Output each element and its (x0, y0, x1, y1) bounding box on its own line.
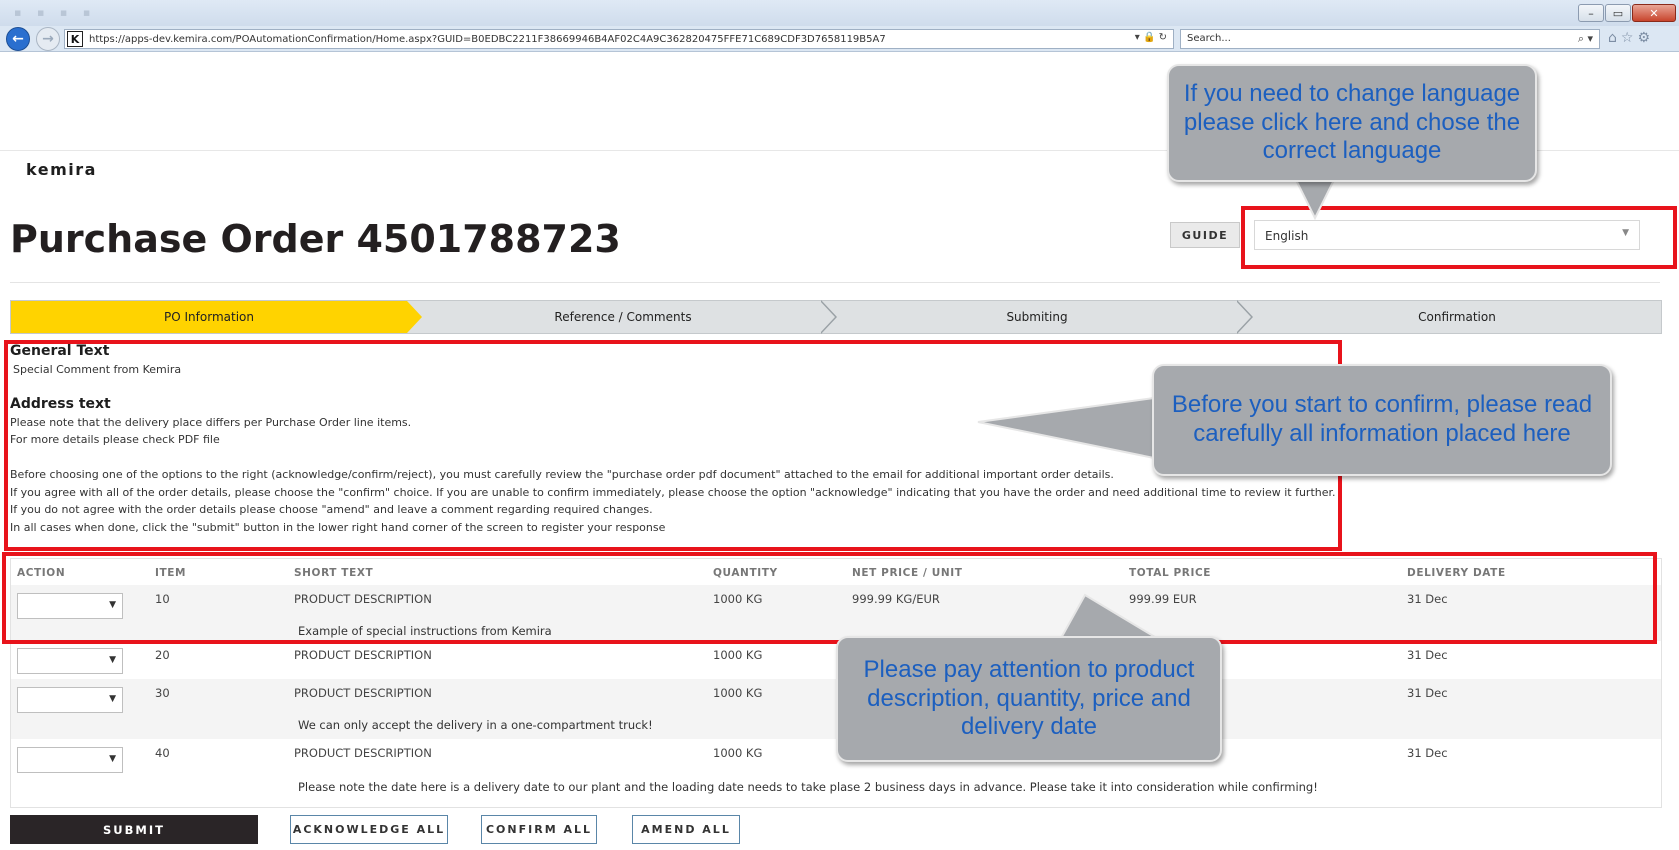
maximize-icon[interactable]: ▭ (1605, 4, 1631, 22)
short-text: PRODUCT DESCRIPTION (294, 686, 432, 700)
step-label: Reference / Comments (554, 310, 692, 324)
step-arrow-fill (820, 301, 835, 333)
action-select[interactable]: ▼ (17, 687, 123, 713)
step-label: Confirmation (1418, 310, 1496, 324)
search-icon[interactable]: ⌕ ▾ (1578, 32, 1593, 46)
callout-text: If you need to change language please cl… (1183, 79, 1521, 165)
title-divider (10, 282, 1660, 283)
step-reference-comments[interactable]: Reference / Comments (423, 301, 823, 333)
quantity: 1000 KG (713, 686, 763, 700)
step-label: PO Information (164, 310, 254, 324)
site-favicon: K (67, 31, 83, 47)
delivery-date: 31 Dec (1407, 686, 1448, 700)
close-icon[interactable]: ✕ (1632, 4, 1676, 22)
guide-button[interactable]: GUIDE (1170, 222, 1240, 248)
row-highlight-frame (2, 552, 1657, 644)
step-confirmation[interactable]: Confirmation (1253, 301, 1661, 333)
info-highlight-frame (4, 340, 1342, 551)
step-arrow-fill (1236, 301, 1251, 333)
browser-tool-icons: ⌂☆⚙ (1608, 30, 1654, 46)
search-placeholder: Search... (1187, 33, 1231, 44)
step-submiting[interactable]: Submiting (837, 301, 1237, 333)
item-note: Please note the date here is a delivery … (298, 780, 1318, 794)
url-input[interactable]: K https://apps-dev.kemira.com/POAutomati… (64, 29, 1174, 49)
language-highlight-frame (1241, 206, 1677, 269)
star-icon[interactable]: ☆ (1621, 30, 1638, 46)
quantity: 1000 KG (713, 746, 763, 760)
confirm-all-button[interactable]: CONFIRM ALL (481, 815, 597, 844)
item-number: 30 (155, 686, 170, 700)
read-info-callout: Before you start to confirm, please read… (1152, 364, 1612, 476)
acknowledge-all-button[interactable]: ACKNOWLEDGE ALL (290, 815, 448, 844)
callout-text: Please pay attention to product descript… (863, 655, 1195, 741)
amend-all-button[interactable]: AMEND ALL (632, 815, 740, 844)
page-title: Purchase Order 4501788723 (10, 217, 621, 261)
home-icon[interactable]: ⌂ (1608, 30, 1621, 46)
action-select[interactable]: ▼ (17, 648, 123, 674)
callout-text: Before you start to confirm, please read… (1171, 391, 1593, 447)
item-note: We can only accept the delivery in a one… (298, 718, 653, 732)
gear-icon[interactable]: ⚙ (1637, 30, 1654, 46)
kemira-logo: kemira (26, 160, 97, 179)
progress-steps: PO Information Reference / Comments Subm… (10, 300, 1662, 334)
dropdown-icon[interactable]: ▾ (1135, 32, 1140, 43)
browser-search-input[interactable]: Search... ⌕ ▾ (1180, 29, 1600, 49)
refresh-icon[interactable]: ↻ (1159, 32, 1167, 43)
minimize-icon[interactable]: – (1578, 4, 1604, 22)
item-number: 40 (155, 746, 170, 760)
attention-callout: Please pay attention to product descript… (836, 636, 1222, 762)
lock-icon[interactable]: 🔒 (1143, 32, 1155, 43)
titlebar-quick-icons: ▪ ▪ ▪ ▪ (14, 6, 97, 19)
step-po-information[interactable]: PO Information (11, 301, 407, 333)
delivery-date: 31 Dec (1407, 648, 1448, 662)
step-label: Submiting (1006, 310, 1068, 324)
action-select[interactable]: ▼ (17, 747, 123, 773)
short-text: PRODUCT DESCRIPTION (294, 746, 432, 760)
chevron-down-icon: ▼ (109, 694, 116, 704)
browser-addressbar: ← → K https://apps-dev.kemira.com/POAuto… (0, 26, 1679, 52)
submit-button[interactable]: SUBMIT (10, 815, 258, 844)
short-text: PRODUCT DESCRIPTION (294, 648, 432, 662)
chevron-down-icon: ▼ (109, 655, 116, 665)
quantity: 1000 KG (713, 648, 763, 662)
browser-titlebar: ▪ ▪ ▪ ▪ – ▭ ✕ (0, 0, 1679, 26)
back-arrow-icon[interactable]: ← (6, 27, 30, 51)
delivery-date: 31 Dec (1407, 746, 1448, 760)
forward-arrow-icon[interactable]: → (36, 27, 60, 51)
url-actions: ▾ 🔒 ↻ (1135, 32, 1167, 43)
step-arrow (407, 301, 422, 333)
url-text: https://apps-dev.kemira.com/POAutomation… (89, 33, 886, 45)
language-callout: If you need to change language please cl… (1167, 64, 1537, 182)
item-number: 20 (155, 648, 170, 662)
chevron-down-icon: ▼ (109, 754, 116, 764)
